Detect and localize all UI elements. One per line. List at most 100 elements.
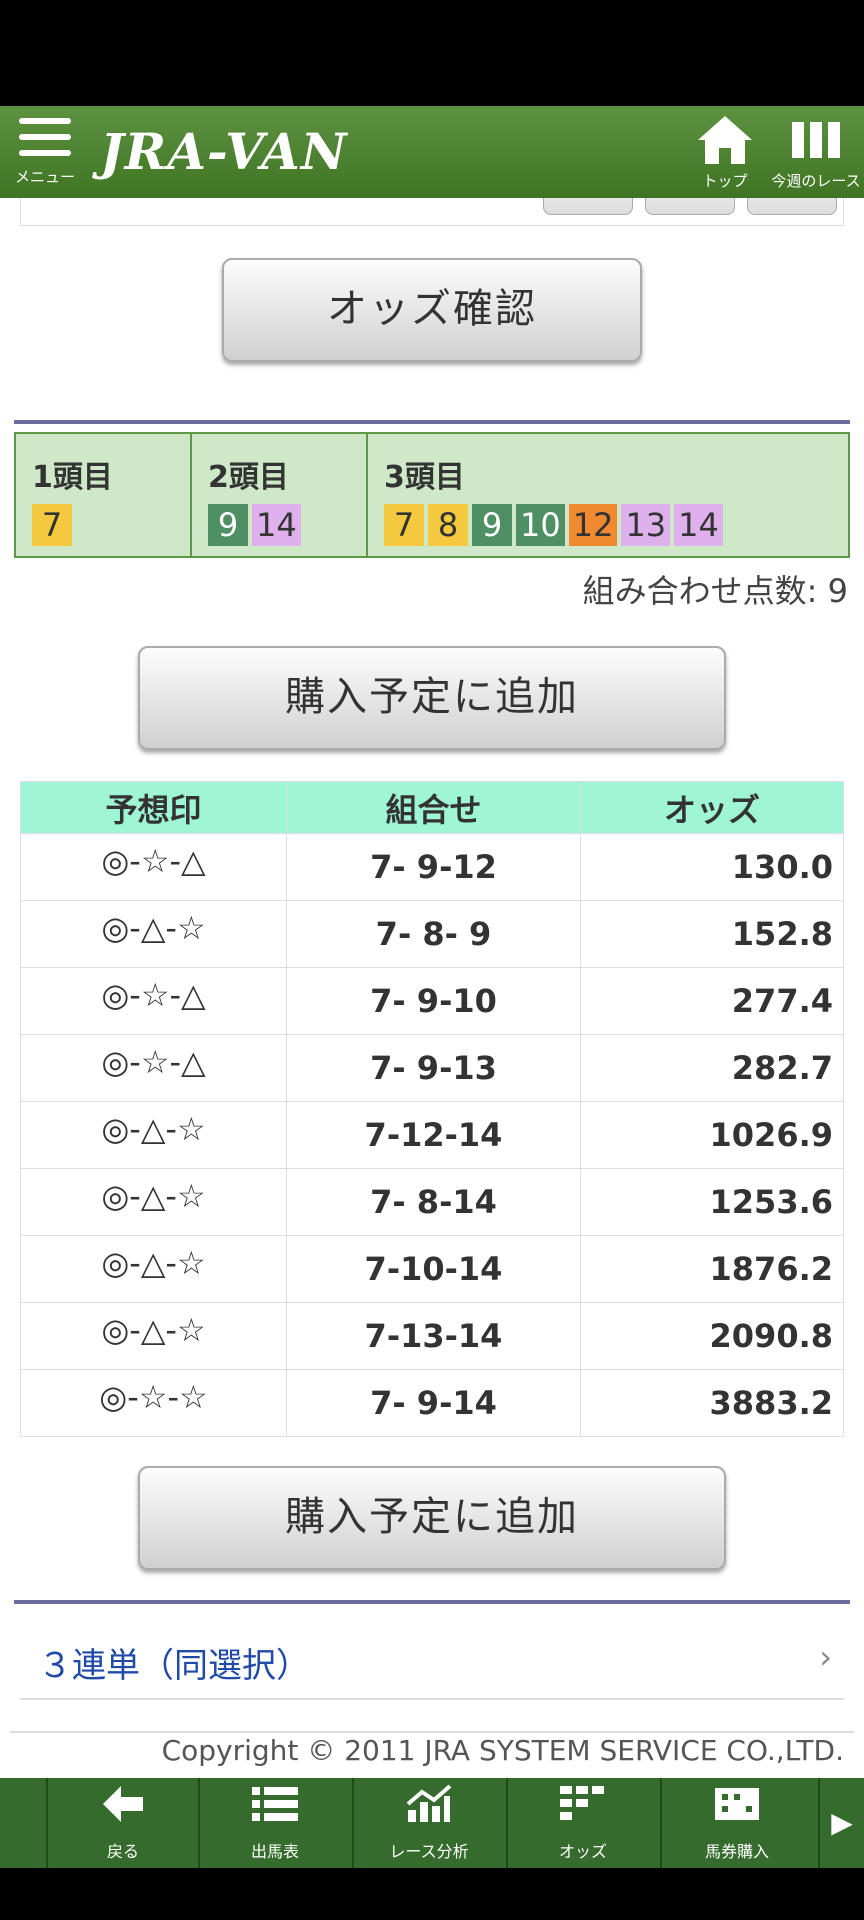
odds-value: 130.0 [580,833,844,901]
odds-nav-label: オッズ [558,1842,607,1861]
combination: 7-12-14 [286,1101,581,1169]
horse-number-chip: 9 [208,504,248,546]
table-row[interactable]: ◎-△-☆ 7- 8-14 1253.6 [20,1168,844,1236]
trifecta-same-selection-link[interactable]: ３連単（同選択） › [20,1616,844,1700]
link-label: ３連単（同選択） [38,1646,310,1686]
table-row[interactable]: ◎-☆-△ 7- 9-13 282.7 [20,1034,844,1102]
prediction-mark: ◎-△-☆ [20,1101,287,1169]
home-icon [698,116,752,164]
odds-value: 3883.2 [580,1369,844,1437]
odds-value: 277.4 [580,967,844,1035]
table-row[interactable]: ◎-☆-△ 7- 9-10 277.4 [20,967,844,1035]
previous-row [20,198,844,226]
col-header-odds: オッズ [580,781,844,834]
odds-check-button[interactable]: オッズ確認 [222,258,642,362]
selection-col-3: 3頭目 7 8 9 10 12 13 14 [368,434,848,556]
add-to-plan-button[interactable]: 購入予定に追加 [138,646,726,750]
hamburger-icon [19,118,71,156]
add-to-plan-button-bottom[interactable]: 購入予定に追加 [138,1466,726,1570]
table-header-row: 予想印 組合せ オッズ [20,781,844,834]
horse-number-chip: 8 [428,504,468,546]
grid-icon [508,1784,658,1838]
horse-number-chip: 14 [252,504,301,546]
horse-number-chip: 9 [472,504,512,546]
list-icon [200,1784,350,1838]
race-analysis-button[interactable]: レース分析 [352,1778,504,1868]
chevron-right-icon: › [819,1638,832,1676]
copyright: Copyright © 2011 JRA SYSTEM SERVICE CO.,… [161,1734,844,1767]
system-nav-bar [0,1868,864,1920]
combination: 7- 8-14 [286,1168,581,1236]
odds-value: 282.7 [580,1034,844,1102]
odds-value: 1026.9 [580,1101,844,1169]
horse-number-chip: 12 [568,504,618,546]
combination: 7-13-14 [286,1302,581,1370]
main-content: オッズ確認 1頭目 7 2頭目 9 14 3頭目 7 8 9 10 12 13 [0,198,864,1778]
horse-number-chip: 13 [621,504,671,546]
menu-button[interactable]: メニュー [12,114,78,194]
odds-value: 152.8 [580,900,844,968]
combination: 7- 8- 9 [286,900,581,968]
status-bar [0,0,864,106]
bottom-nav: 戻る 出馬表 レース分析 オッズ 馬券購入 ▶ [0,1778,864,1868]
prediction-mark: ◎-☆-△ [20,967,287,1035]
horse-number-chip: 14 [674,504,723,546]
col-header-combo: 組合せ [286,781,581,834]
selection-panel: 1頭目 7 2頭目 9 14 3頭目 7 8 9 10 12 13 14 [14,432,850,558]
prediction-mark: ◎-△-☆ [20,900,287,968]
selection-col-2: 2頭目 9 14 [192,434,368,556]
combination-count: 組み合わせ点数: 9 [582,572,848,610]
entries-button[interactable]: 出馬表 [198,1778,350,1868]
next-page-button[interactable]: ▶ [818,1778,864,1868]
prediction-mark: ◎-△-☆ [20,1235,287,1303]
ticket-icon [662,1784,812,1838]
partial-button-3[interactable] [747,198,837,215]
entries-label: 出馬表 [250,1842,299,1861]
horse-chips: 7 8 9 10 12 13 14 [384,504,848,546]
combination: 7- 9-14 [286,1369,581,1437]
combination: 7-10-14 [286,1235,581,1303]
odds-nav-button[interactable]: オッズ [506,1778,658,1868]
partial-button-2[interactable] [645,198,735,215]
home-button[interactable]: トップ [690,114,760,191]
buy-ticket-button[interactable]: 馬券購入 [660,1778,812,1868]
selection-title: 1頭目 [32,460,113,495]
combination: 7- 9-10 [286,967,581,1035]
combination: 7- 9-13 [286,1034,581,1102]
prediction-mark: ◎-△-☆ [20,1302,287,1370]
table-row[interactable]: ◎-△-☆ 7-13-14 2090.8 [20,1302,844,1370]
columns-icon [792,122,840,158]
horse-number-chip: 10 [516,504,565,546]
odds-value: 2090.8 [580,1302,844,1370]
horse-number-chip: 7 [32,504,72,546]
odds-value: 1876.2 [580,1235,844,1303]
odds-value: 1253.6 [580,1168,844,1236]
app-header: メニュー JRA-VAN トップ 今週のレース [0,106,864,198]
jra-van-logo[interactable]: JRA-VAN [100,122,348,181]
selection-title: 2頭目 [208,460,289,495]
table-row[interactable]: ◎-△-☆ 7-10-14 1876.2 [20,1235,844,1303]
back-arrow-icon [48,1784,198,1838]
combination: 7- 9-12 [286,833,581,901]
prediction-mark: ◎-☆-☆ [20,1369,287,1437]
divider [14,1600,850,1604]
chart-icon [354,1784,504,1838]
table-row[interactable]: ◎-☆-△ 7- 9-12 130.0 [20,833,844,901]
home-label: トップ [702,172,748,190]
weekly-races-label: 今週のレース [771,172,861,190]
back-button[interactable]: 戻る [46,1778,198,1868]
prediction-mark: ◎-☆-△ [20,1034,287,1102]
play-icon: ▶ [831,1806,853,1839]
prediction-mark: ◎-△-☆ [20,1168,287,1236]
table-row[interactable]: ◎-△-☆ 7-12-14 1026.9 [20,1101,844,1169]
horse-chips: 9 14 [208,504,366,546]
partial-button-1[interactable] [543,198,633,215]
horse-number-chip: 7 [384,504,424,546]
buy-ticket-label: 馬券購入 [704,1842,769,1861]
weekly-races-button[interactable]: 今週のレース [768,114,864,191]
divider [10,1731,854,1733]
table-row[interactable]: ◎-△-☆ 7- 8- 9 152.8 [20,900,844,968]
table-row[interactable]: ◎-☆-☆ 7- 9-14 3883.2 [20,1369,844,1437]
back-label: 戻る [106,1842,139,1861]
selection-col-1: 1頭目 7 [16,434,192,556]
